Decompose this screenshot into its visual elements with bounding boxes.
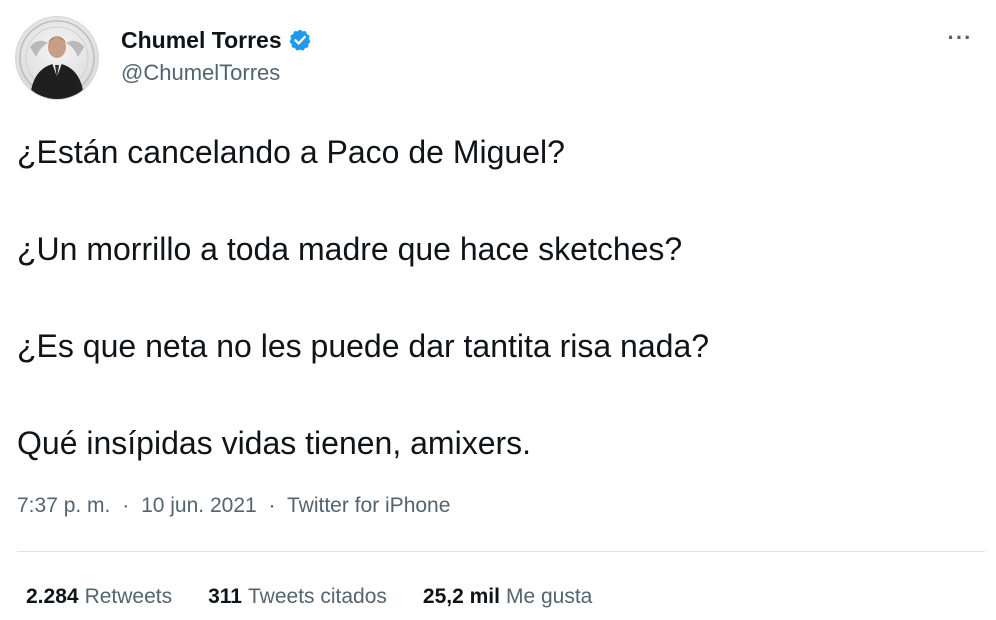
meta-separator: · <box>122 494 130 517</box>
meta-separator: · <box>268 494 276 517</box>
retweets-count: 2.284 <box>26 585 79 608</box>
name-row: Chumel Torres <box>121 24 312 56</box>
likes-stat[interactable]: 25,2 mil Me gusta <box>423 585 592 609</box>
avatar[interactable] <box>15 16 99 100</box>
author-display-name[interactable]: Chumel Torres <box>121 27 282 54</box>
tweet-time[interactable]: 7:37 p. m. <box>17 494 110 517</box>
author-block: Chumel Torres @ChumelTorres <box>121 24 312 86</box>
avatar-image <box>19 20 95 99</box>
verified-badge-icon <box>288 28 312 52</box>
likes-label: Me gusta <box>505 585 593 608</box>
quote-tweets-stat[interactable]: 311 Tweets citados <box>208 585 387 609</box>
likes-count: 25,2 mil <box>422 585 500 608</box>
divider <box>17 551 985 552</box>
tweet-card: Chumel Torres @ChumelTorres ··· ¿Están c… <box>0 0 996 620</box>
more-options-button[interactable]: ··· <box>944 24 976 52</box>
tweet-source[interactable]: Twitter for iPhone <box>287 494 450 517</box>
quote-tweets-count: 311 <box>208 585 242 608</box>
tweet-text: ¿Están cancelando a Paco de Miguel? ¿Un … <box>17 132 977 463</box>
retweets-stat[interactable]: 2.284 Retweets <box>26 585 172 609</box>
tweet-line: ¿Es que neta no les puede dar tantita ri… <box>17 328 710 364</box>
tweet-meta: 7:37 p. m. · 10 jun. 2021 · Twitter for … <box>17 494 450 518</box>
tweet-date[interactable]: 10 jun. 2021 <box>141 494 257 517</box>
tweet-stats: 2.284 Retweets 311 Tweets citados 25,2 mil… <box>26 585 592 609</box>
tweet-line: ¿Un morrillo a toda madre que hace sketc… <box>17 231 683 267</box>
tweet-line: Qué insípidas vidas tienen, amixers. <box>17 425 532 461</box>
author-handle[interactable]: @ChumelTorres <box>121 60 312 86</box>
more-horizontal-icon: ··· <box>947 25 973 50</box>
quote-tweets-label: Tweets citados <box>248 585 387 608</box>
tweet-line: ¿Están cancelando a Paco de Miguel? <box>17 134 565 170</box>
retweets-label: Retweets <box>84 585 173 608</box>
